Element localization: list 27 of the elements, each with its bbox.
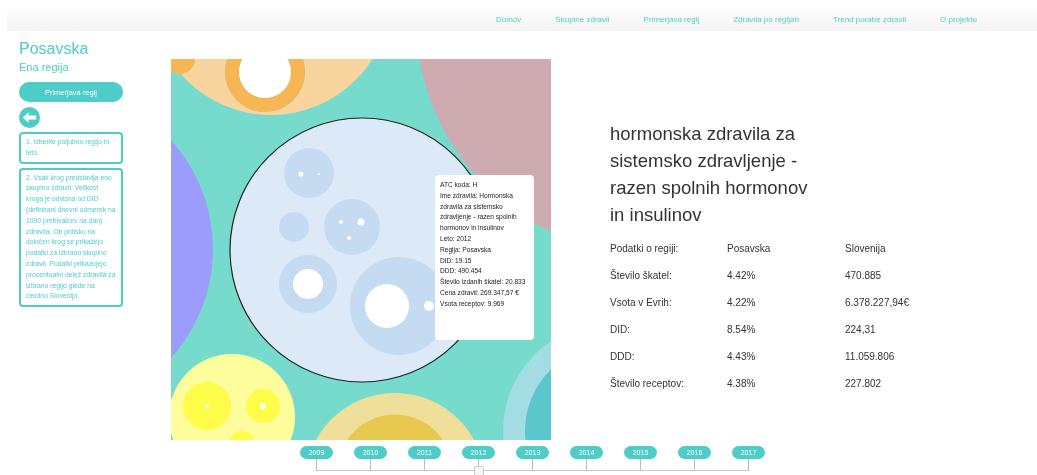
table-cell: 4.38% (727, 370, 845, 397)
table-cell-text: 6.378.227,94€ (845, 296, 909, 310)
table-cell-text: 227.802 (845, 377, 883, 391)
table-cell: DDD: (610, 343, 727, 370)
table-cell: Število receptov: (610, 370, 727, 397)
nav-link[interactable]: Zdravila po regijah (733, 14, 799, 24)
group-title: hormonska zdravila za sistemsko zdravljenje - razen spolnih hormonov in insulinov (610, 122, 809, 227)
table-header: Slovenija (845, 242, 887, 256)
page-subtitle: Ena regija (19, 61, 70, 73)
table-cell-text: 470.885 (845, 269, 883, 283)
table-cell: DID: (610, 316, 727, 343)
table-cell: 4.43% (727, 343, 845, 370)
region-title: Posavska (19, 40, 90, 58)
nav-link[interactable]: O projektu (940, 14, 977, 24)
table-cell: Število škatel: (610, 262, 727, 289)
table-cell-text: 11.059.806 (845, 350, 896, 364)
table-cell-text: 224,31 (845, 323, 877, 337)
table-cell: 4.42% (727, 262, 845, 289)
nav-link[interactable]: Skupine zdravil (555, 14, 610, 24)
table-header: Podatki o regiji: (610, 235, 727, 262)
nav-link[interactable]: Primerjava regij (643, 14, 700, 24)
nav-link[interactable]: Trend porabe zdravil (833, 14, 907, 24)
table-cell: Vsota v Evrih: (610, 289, 727, 316)
table-header: Posavska (727, 235, 845, 262)
nav-link[interactable]: Domov (496, 14, 522, 24)
table-cell: 4.22% (727, 289, 845, 316)
table-cell: 8.54% (727, 316, 845, 343)
